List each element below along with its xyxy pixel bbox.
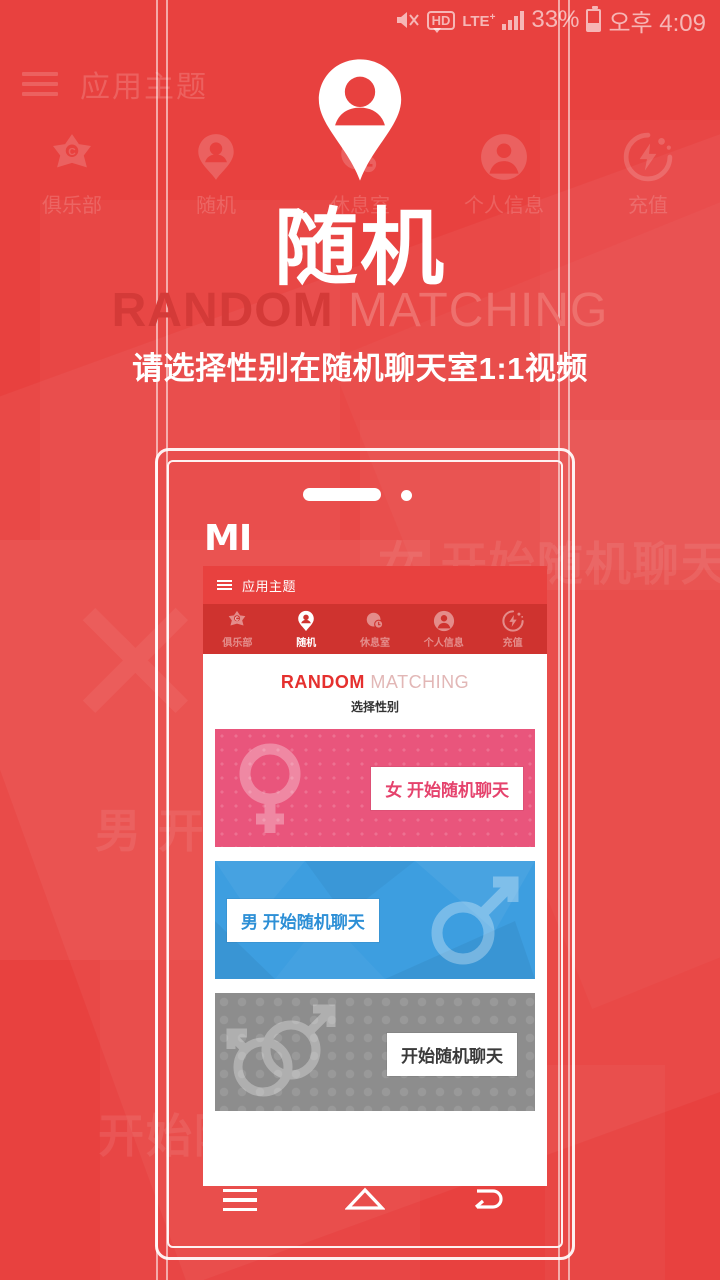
star-club-icon: C <box>226 610 248 632</box>
screen-brand: RANDOM MATCHING <box>215 654 535 693</box>
network-type-label: LTE+ <box>462 12 496 30</box>
battery-percent-label: 33% <box>531 6 580 33</box>
phone-screen: 应用主题 C 俱乐部 随机 休息室 个人信息 充值 RANDOM MATCHIN… <box>203 566 547 1186</box>
nav-item-club[interactable]: C 俱乐部 <box>203 604 272 654</box>
screen-titlebar: 应用主题 <box>203 566 547 604</box>
lounge-clock-icon <box>364 610 386 632</box>
start-chat-female-button[interactable]: 女 开始随机聊天 <box>371 767 523 810</box>
screen-brand-light: MATCHING <box>364 672 470 692</box>
softkey-back[interactable] <box>427 1186 552 1214</box>
svg-text:C: C <box>68 147 76 158</box>
screen-brand-bold: RANDOM <box>280 672 365 692</box>
hero-brand-light: MATCHING <box>333 284 609 337</box>
gender-card-female[interactable]: 女 开始随机聊天 <box>215 729 535 847</box>
phone-top-row: MI <box>169 462 561 559</box>
nav-label: 俱乐部 <box>222 637 253 649</box>
hero-brand: RANDOM MATCHING <box>0 285 720 337</box>
softkey-menu[interactable] <box>178 1188 303 1212</box>
page-title: 随机 <box>273 201 446 295</box>
gender-card-other[interactable]: 开始随机聊天 <box>215 993 535 1111</box>
status-bar: HD LTE+ 33% 오후 4:09 <box>0 0 720 40</box>
nav-item-profile[interactable]: 个人信息 <box>409 604 478 654</box>
nav-label: 随机 <box>296 637 317 649</box>
screen-app-title: 应用主题 <box>242 578 297 594</box>
male-symbol-icon <box>427 869 519 969</box>
female-symbol-icon <box>231 741 309 837</box>
select-gender-label: 选择性别 <box>350 700 399 714</box>
phone-bezel: MI 应用主题 C 俱乐部 随机 休息室 个人信息 充值 RANDOM MATC… <box>167 460 563 1248</box>
svg-text:C: C <box>236 616 240 622</box>
mi-logo: MI <box>204 518 252 559</box>
android-softkeys <box>178 1163 552 1237</box>
person-icon <box>433 610 455 632</box>
phone-mockup: MI 应用主题 C 俱乐部 随机 休息室 个人信息 充值 RANDOM MATC… <box>155 448 575 1260</box>
pin-person-icon <box>295 610 317 632</box>
person-icon <box>479 132 529 182</box>
nav-item-recharge[interactable]: 充值 <box>478 604 547 654</box>
double-male-symbol-icon <box>225 1003 343 1103</box>
pin-person-icon <box>191 132 241 182</box>
softkey-home[interactable] <box>303 1186 428 1214</box>
hamburger-icon[interactable] <box>217 580 232 590</box>
hd-icon: HD <box>426 10 456 33</box>
outer-app-title: 应用主题 <box>80 71 208 104</box>
screen-body: RANDOM MATCHING 选择性别 女 开始随机聊天 男 开始随机聊天 开… <box>203 654 547 1186</box>
hero-description: 请选择性别在随机聊天室1:1视频 <box>132 351 588 386</box>
gender-card-male[interactable]: 男 开始随机聊天 <box>215 861 535 979</box>
start-chat-other-button[interactable]: 开始随机聊天 <box>387 1033 517 1076</box>
signal-strength-icon <box>502 10 525 30</box>
star-club-icon: C <box>47 132 97 182</box>
nav-item-random[interactable]: 随机 <box>272 604 341 654</box>
nav-label: 充值 <box>502 637 523 649</box>
bolt-charge-icon <box>501 609 524 632</box>
hero-brand-bold: RANDOM <box>111 284 334 337</box>
mute-icon <box>394 9 420 31</box>
home-icon <box>345 1187 385 1210</box>
hero-section: 随机 RANDOM MATCHING 请选择性别在随机聊天室1:1视频 <box>0 205 720 388</box>
battery-icon <box>586 5 602 32</box>
clock-label: 오후 4:09 <box>608 9 706 37</box>
hamburger-icon[interactable] <box>22 72 58 96</box>
back-arrow-icon <box>474 1189 503 1209</box>
screen-nav-bar: C 俱乐部 随机 休息室 个人信息 充值 <box>203 604 547 654</box>
menu-icon <box>223 1188 258 1212</box>
pin-person-icon <box>308 56 412 184</box>
front-camera-icon <box>401 490 412 501</box>
bolt-charge-icon <box>623 132 673 182</box>
nav-label: 个人信息 <box>423 637 464 649</box>
start-chat-male-button[interactable]: 男 开始随机聊天 <box>227 899 379 942</box>
nav-label: 休息室 <box>359 637 390 649</box>
speaker-slot-icon <box>303 488 381 501</box>
nav-item-lounge[interactable]: 休息室 <box>341 604 410 654</box>
